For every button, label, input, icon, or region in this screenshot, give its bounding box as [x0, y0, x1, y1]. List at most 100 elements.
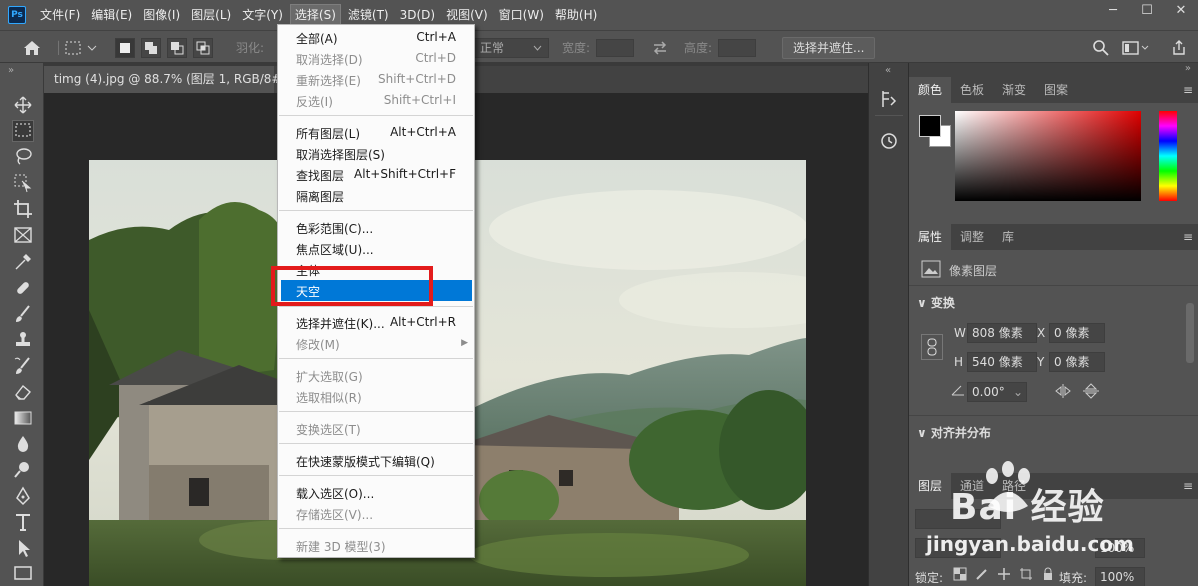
hue-slider[interactable]: [1159, 111, 1177, 201]
new-selection-button[interactable]: [115, 37, 135, 58]
width-input[interactable]: 808 像素: [967, 323, 1037, 343]
type-tool-icon[interactable]: [12, 512, 34, 534]
healing-brush-tool-icon[interactable]: [12, 278, 34, 300]
intersect-selection-button[interactable]: [193, 37, 213, 58]
menu-item-load-selection[interactable]: 载入选区(O)...: [278, 482, 474, 503]
menu-item-grow[interactable]: 扩大选取(G): [278, 365, 474, 386]
dodge-tool-icon[interactable]: [12, 460, 34, 482]
eraser-tool-icon[interactable]: [12, 382, 34, 404]
menu-item-deselect[interactable]: 取消选择(D) Ctrl+D: [278, 48, 474, 69]
move-tool-icon[interactable]: [12, 95, 34, 117]
eyedropper-tool-icon[interactable]: [12, 252, 34, 274]
y-input[interactable]: 0 像素: [1049, 352, 1105, 372]
menu-file[interactable]: 文件(F): [36, 4, 84, 26]
fill-input[interactable]: 100%: [1095, 567, 1145, 586]
chevron-down-icon[interactable]: ∨: [917, 296, 931, 310]
menu-item-all-layers[interactable]: 所有图层(L) Alt+Ctrl+A: [278, 122, 474, 143]
marquee-tool-preset-icon[interactable]: [64, 39, 98, 57]
search-icon[interactable]: [1092, 39, 1110, 57]
properties-scrollbar[interactable]: [1186, 303, 1194, 363]
frame-tool-icon[interactable]: [12, 225, 34, 247]
style-select[interactable]: 正常: [473, 37, 549, 58]
height-input[interactable]: 540 像素: [967, 352, 1037, 372]
menu-item-isolate-layers[interactable]: 隔离图层: [278, 185, 474, 206]
tab-adjustments[interactable]: 调整: [951, 224, 993, 250]
tab-color[interactable]: 颜色: [909, 77, 952, 103]
menu-help[interactable]: 帮助(H): [551, 4, 601, 26]
swap-arrows-icon[interactable]: [652, 40, 668, 55]
tab-channels[interactable]: 通道: [951, 473, 993, 499]
maximize-button[interactable]: ☐: [1130, 0, 1164, 24]
menu-item-new-3d-extrusion[interactable]: 新建 3D 模型(3): [278, 535, 474, 556]
tab-layers[interactable]: 图层: [909, 473, 952, 499]
link-dimensions-button[interactable]: [921, 334, 943, 360]
rectangle-tool-icon[interactable]: [12, 563, 34, 585]
pen-tool-icon[interactable]: [12, 486, 34, 508]
brush-tool-icon[interactable]: [12, 304, 34, 326]
menu-layer[interactable]: 图层(L): [187, 4, 235, 26]
minimize-button[interactable]: ─: [1096, 0, 1130, 24]
panel-menu-icon[interactable]: ≡: [1183, 230, 1193, 244]
collapse-toolbar-icon[interactable]: »: [8, 65, 14, 76]
angle-input[interactable]: 0.00° ⌄: [967, 382, 1027, 402]
menu-select[interactable]: 选择(S): [289, 4, 341, 26]
color-field[interactable]: [955, 111, 1141, 201]
history-states-icon[interactable]: [879, 89, 899, 112]
menu-item-quick-mask[interactable]: 在快速蒙版模式下编辑(Q): [278, 450, 474, 471]
menu-item-find-layers[interactable]: 查找图层 Alt+Shift+Ctrl+F: [278, 164, 474, 185]
menu-type[interactable]: 文字(Y): [238, 4, 287, 26]
select-and-mask-button[interactable]: 选择并遮住...: [782, 36, 876, 59]
lasso-tool-icon[interactable]: [12, 146, 34, 168]
layer-filter-select[interactable]: [915, 509, 1001, 529]
object-selection-tool-icon[interactable]: [12, 173, 34, 195]
gradient-tool-icon[interactable]: [12, 408, 34, 430]
menu-item-similar[interactable]: 选取相似(R): [278, 386, 474, 407]
blend-mode-select[interactable]: [915, 538, 1001, 558]
lock-all-icon[interactable]: [1041, 567, 1055, 581]
menu-edit[interactable]: 编辑(E): [87, 4, 136, 26]
subtract-selection-button[interactable]: [167, 37, 187, 58]
chevron-down-icon[interactable]: ∨: [917, 426, 931, 440]
home-icon[interactable]: [22, 39, 42, 57]
menu-item-select-and-mask[interactable]: 选择并遮住(K)... Alt+Ctrl+R: [278, 312, 474, 333]
share-icon[interactable]: [1170, 39, 1188, 57]
foreground-color-swatch[interactable]: [919, 115, 941, 137]
menu-item-reselect[interactable]: 重新选择(E) Shift+Ctrl+D: [278, 69, 474, 90]
menu-item-transform-selection[interactable]: 变换选区(T): [278, 418, 474, 439]
blur-tool-icon[interactable]: [12, 434, 34, 456]
width-field[interactable]: [596, 38, 634, 57]
tab-swatches[interactable]: 色板: [951, 77, 993, 103]
x-input[interactable]: 0 像素: [1049, 323, 1105, 343]
panel-menu-icon[interactable]: ≡: [1183, 479, 1193, 493]
menu-item-modify[interactable]: 修改(M) ▶: [278, 333, 474, 354]
menu-view[interactable]: 视图(V): [442, 4, 492, 26]
lock-artboard-icon[interactable]: [1019, 567, 1033, 581]
height-field[interactable]: [718, 38, 756, 57]
tab-gradients[interactable]: 渐变: [993, 77, 1035, 103]
history-clock-icon[interactable]: [879, 131, 899, 154]
clone-stamp-tool-icon[interactable]: [12, 330, 34, 352]
collapse-panels-icon[interactable]: »: [1185, 63, 1191, 74]
lock-position-icon[interactable]: [997, 567, 1011, 581]
menu-item-color-range[interactable]: 色彩范围(C)...: [278, 217, 474, 238]
close-window-button[interactable]: ✕: [1164, 0, 1198, 24]
workspace-icon[interactable]: [1122, 40, 1150, 56]
flip-vertical-icon[interactable]: [1083, 383, 1099, 402]
history-brush-tool-icon[interactable]: [12, 356, 34, 378]
add-selection-button[interactable]: [141, 37, 161, 58]
opacity-input[interactable]: 100%: [1095, 538, 1145, 558]
tab-libraries[interactable]: 库: [993, 224, 1023, 250]
path-selection-tool-icon[interactable]: [12, 538, 34, 560]
menu-item-save-selection[interactable]: 存储选区(V)...: [278, 503, 474, 524]
menu-image[interactable]: 图像(I): [139, 4, 184, 26]
menu-filter[interactable]: 滤镜(T): [344, 4, 393, 26]
menu-item-focus-area[interactable]: 焦点区域(U)...: [278, 238, 474, 259]
panel-menu-icon[interactable]: ≡: [1183, 83, 1193, 97]
menu-item-select-all[interactable]: 全部(A) Ctrl+A: [278, 27, 474, 48]
document-tab[interactable]: timg (4).jpg @ 88.7% (图层 1, RGB/8#) *: [44, 66, 296, 93]
lock-transparent-pixels-icon[interactable]: [953, 567, 967, 581]
tab-properties[interactable]: 属性: [909, 224, 952, 250]
crop-tool-icon[interactable]: [12, 199, 34, 221]
flip-horizontal-icon[interactable]: [1055, 384, 1071, 401]
menu-item-inverse[interactable]: 反选(I) Shift+Ctrl+I: [278, 90, 474, 111]
